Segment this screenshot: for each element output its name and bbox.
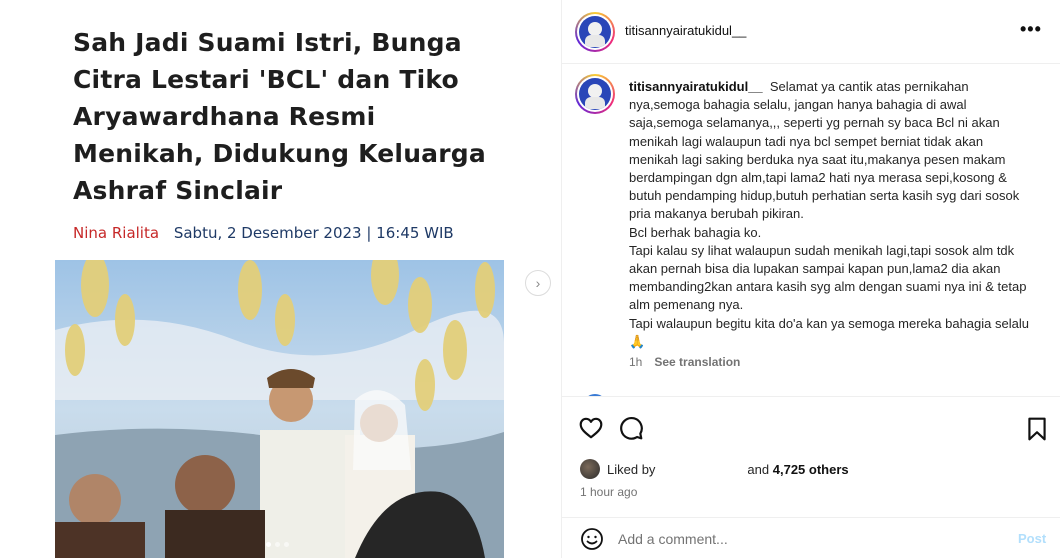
carousel-dot [266, 542, 271, 547]
comment-body: titisannyairatukidul__ Selamat ya cantik… [629, 78, 1034, 351]
post-media[interactable]: Sah Jadi Suami Istri, Bunga Citra Lestar… [0, 0, 561, 558]
bookmark-icon[interactable] [1024, 416, 1050, 442]
chevron-right-icon[interactable]: › [525, 270, 551, 296]
article-byline: Nina Rialita Sabtu, 2 Desember 2023 | 16… [73, 224, 454, 242]
comment-time: 1h [629, 355, 643, 369]
comment-icon[interactable] [618, 415, 644, 441]
emoji-icon[interactable] [580, 527, 604, 551]
liked-by-label: Liked by [607, 461, 656, 477]
post-header: titisannyairatukidul__ ••• [562, 0, 1060, 64]
article-author: Nina Rialita [73, 224, 160, 242]
carousel-dots [266, 542, 289, 547]
avatar[interactable] [580, 459, 600, 479]
comment-thread: titisannyairatukidul__ Selamat ya cantik… [562, 65, 1060, 396]
comment-text: Selamat ya cantik atas pernikahan nya,se… [629, 79, 1029, 349]
avatar[interactable] [575, 12, 615, 52]
article-headline: Sah Jadi Suami Istri, Bunga Citra Lestar… [73, 28, 486, 205]
post-time[interactable]: 1 hour ago [580, 485, 637, 499]
carousel-dot [284, 542, 289, 547]
post-sidebar: titisannyairatukidul__ ••• titisannyaira… [561, 0, 1060, 558]
likes-summary: Liked by and 4,725 others [580, 459, 849, 479]
wedding-photo [55, 260, 504, 558]
heart-icon[interactable] [578, 415, 604, 441]
see-translation-button[interactable]: See translation [654, 355, 740, 369]
comment-meta: 1h See translation [629, 355, 740, 369]
post-username[interactable]: titisannyairatukidul__ [625, 23, 746, 38]
post-button[interactable]: Post [1018, 531, 1046, 546]
and-label: and [747, 461, 770, 477]
comment-input[interactable] [618, 527, 998, 551]
avatar[interactable] [575, 74, 615, 114]
carousel-dot [275, 542, 280, 547]
article-date: Sabtu, 2 Desember 2023 | 16:45 WIB [173, 224, 454, 242]
likes-count[interactable]: 4,725 others [773, 462, 849, 477]
more-horizontal-icon[interactable]: ••• [1020, 20, 1046, 40]
comment-composer: Post [562, 517, 1060, 558]
comment-username[interactable]: titisannyairatukidul__ [629, 79, 763, 94]
